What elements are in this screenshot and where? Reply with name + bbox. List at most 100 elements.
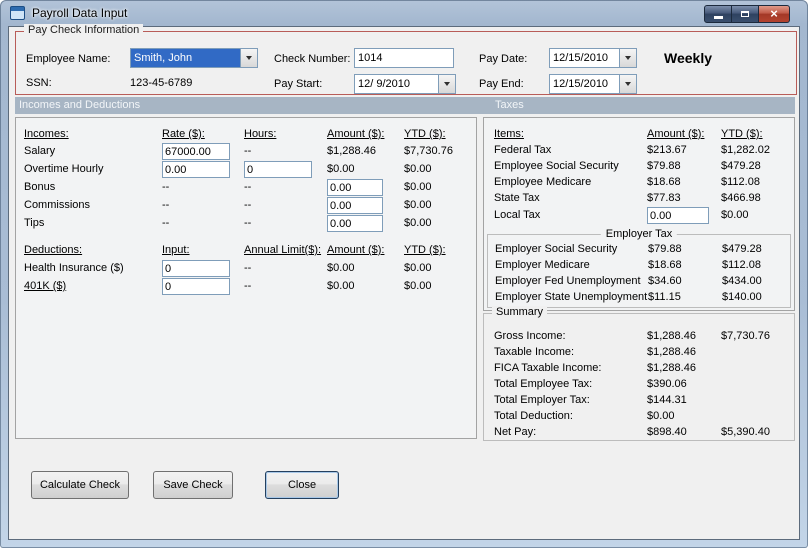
- salary-ytd: $7,730.76: [404, 145, 453, 157]
- tax-name: State Tax: [494, 192, 540, 204]
- deduction-401k-link[interactable]: 401K ($): [24, 280, 66, 292]
- tax-ytd: $479.28: [722, 243, 762, 255]
- tax-amount: $18.68: [647, 176, 681, 188]
- tax-name: Employee Social Security: [494, 160, 619, 172]
- calculate-check-button[interactable]: Calculate Check: [31, 471, 129, 499]
- summary-ytd: $7,730.76: [721, 330, 770, 342]
- minimize-icon: [713, 16, 723, 19]
- section-taxes: Taxes: [495, 99, 524, 111]
- taxes-panel: Items: Amount ($): YTD ($): Federal Tax …: [483, 117, 795, 311]
- deduction-name: Health Insurance ($): [24, 262, 124, 274]
- income-row-commissions: Commissions -- -- $0.00: [16, 197, 476, 215]
- summary-row: Total Employee Tax: $390.06: [484, 378, 794, 394]
- income-name: Bonus: [24, 181, 56, 193]
- section-incomes-deductions: Incomes and Deductions: [19, 99, 141, 111]
- tax-name: Employee Medicare: [494, 176, 592, 188]
- pay-end-value: 12/15/2010: [553, 78, 609, 90]
- pay-end-picker[interactable]: 12/15/2010: [549, 74, 637, 94]
- window-controls: ×: [704, 5, 790, 23]
- summary-label: Net Pay:: [494, 426, 537, 438]
- bonus-rate: --: [162, 181, 170, 193]
- summary-ytd: $5,390.40: [721, 426, 770, 438]
- commissions-amount-input[interactable]: [327, 197, 383, 214]
- tax-amount: $79.88: [648, 243, 682, 255]
- chevron-down-glyph: [444, 82, 450, 86]
- chevron-down-icon[interactable]: [438, 75, 455, 93]
- tax-ytd: $112.08: [722, 259, 761, 271]
- tips-amount-input[interactable]: [327, 215, 383, 232]
- deductions-header-row: Deductions: Input: Annual Limit($): Amou…: [16, 244, 476, 260]
- chevron-down-icon[interactable]: [619, 49, 636, 67]
- tax-name: Employer Fed Unemployment: [495, 275, 641, 287]
- maximize-button[interactable]: [732, 5, 759, 23]
- summary-label: Taxable Income:: [494, 346, 575, 358]
- local-tax-input[interactable]: [647, 207, 709, 224]
- incomes-deductions-panel: Incomes: Rate ($): Hours: Amount ($): YT…: [15, 117, 477, 439]
- pay-start-picker[interactable]: 12/ 9/2010: [354, 74, 456, 94]
- tax-ytd: $434.00: [722, 275, 762, 287]
- deduction-row-health-insurance: Health Insurance ($) -- $0.00 $0.00: [16, 260, 476, 278]
- overtime-hours-input[interactable]: [244, 161, 312, 178]
- amount-header: Amount ($):: [647, 128, 705, 140]
- employer-tax-row: Employer Medicare $18.68 $112.08: [488, 259, 790, 275]
- tax-row: Employee Medicare $18.68 $112.08: [484, 176, 794, 192]
- chevron-down-icon[interactable]: [619, 75, 636, 93]
- pay-start-label: Pay Start:: [274, 78, 323, 90]
- pay-date-label: Pay Date:: [479, 53, 528, 65]
- income-row-overtime: Overtime Hourly $0.00 $0.00: [16, 161, 476, 179]
- health-insurance-input[interactable]: [162, 260, 230, 277]
- tax-row-local: Local Tax $0.00: [484, 207, 794, 225]
- bonus-amount-input[interactable]: [327, 179, 383, 196]
- annual-limit-header: Annual Limit($):: [244, 244, 322, 256]
- deduction-row-401k: 401K ($) -- $0.00 $0.00: [16, 278, 476, 296]
- income-name: Commissions: [24, 199, 91, 211]
- minimize-button[interactable]: [704, 5, 732, 23]
- k401-input[interactable]: [162, 278, 230, 295]
- save-check-button[interactable]: Save Check: [153, 471, 233, 499]
- paycheck-group-title: Pay Check Information: [24, 24, 144, 36]
- tax-amount: $18.68: [648, 259, 682, 271]
- tax-amount: $77.83: [647, 192, 681, 204]
- titlebar[interactable]: Payroll Data Input ×: [0, 0, 808, 26]
- tips-ytd: $0.00: [404, 217, 432, 229]
- ytd-header: YTD ($):: [404, 244, 446, 256]
- close-button[interactable]: ×: [759, 5, 790, 23]
- summary-label: FICA Taxable Income:: [494, 362, 602, 374]
- ytd-header: YTD ($):: [721, 128, 763, 140]
- commissions-rate: --: [162, 199, 170, 211]
- k401-limit: --: [244, 280, 252, 292]
- tax-ytd: $140.00: [722, 291, 762, 303]
- hours-header: Hours:: [244, 128, 277, 140]
- income-row-bonus: Bonus -- -- $0.00: [16, 179, 476, 197]
- ssn-label: SSN:: [26, 77, 52, 89]
- bonus-hours: --: [244, 181, 252, 193]
- tax-amount: $213.67: [647, 144, 687, 156]
- employee-name-value: Smith, John: [131, 49, 240, 67]
- employer-tax-title: Employer Tax: [600, 228, 678, 240]
- check-number-input[interactable]: [354, 48, 454, 68]
- window-body: Pay Check Information Employee Name: Smi…: [8, 24, 800, 540]
- tax-ytd: $479.28: [721, 160, 761, 172]
- k401-ytd: $0.00: [404, 280, 432, 292]
- chevron-down-glyph: [625, 82, 631, 86]
- close-check-button[interactable]: Close: [265, 471, 339, 499]
- summary-title: Summary: [492, 306, 548, 318]
- overtime-rate-input[interactable]: [162, 161, 230, 178]
- pay-date-picker[interactable]: 12/15/2010: [549, 48, 637, 68]
- commissions-ytd: $0.00: [404, 199, 432, 211]
- employee-name-select[interactable]: Smith, John: [130, 48, 258, 68]
- amount-header: Amount ($):: [327, 128, 385, 140]
- rate-header: Rate ($):: [162, 128, 205, 140]
- summary-amount: $1,288.46: [647, 346, 696, 358]
- tax-ytd: $466.98: [721, 192, 761, 204]
- health-amount: $0.00: [327, 262, 355, 274]
- tips-rate: --: [162, 217, 170, 229]
- chevron-down-icon[interactable]: [240, 49, 257, 67]
- salary-rate-input[interactable]: [162, 143, 230, 160]
- income-name: Overtime Hourly: [24, 163, 104, 175]
- paycheck-info-group: Pay Check Information Employee Name: Smi…: [15, 24, 797, 95]
- input-header: Input:: [162, 244, 190, 256]
- income-name: Tips: [24, 217, 45, 229]
- ssn-value: 123-45-6789: [130, 77, 193, 89]
- summary-row: Total Deduction: $0.00: [484, 410, 794, 426]
